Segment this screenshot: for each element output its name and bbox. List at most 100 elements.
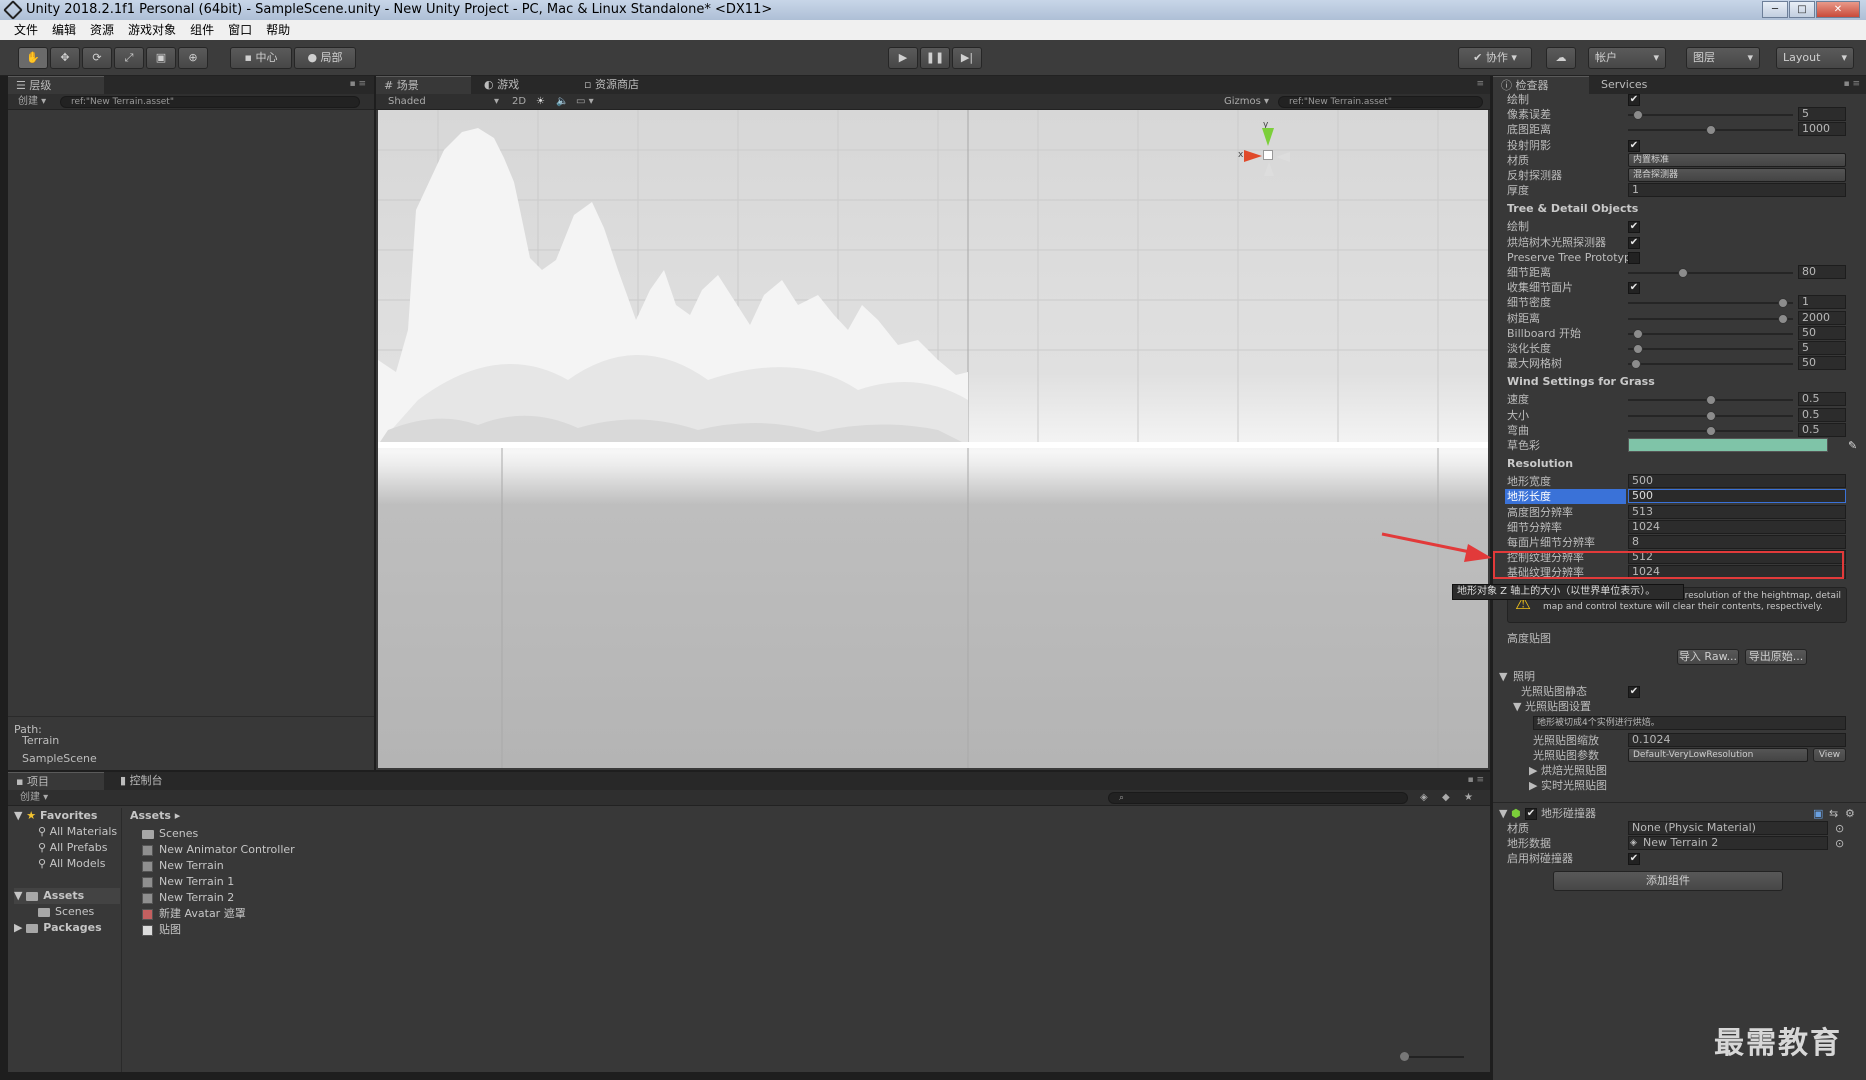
favorite-all-materials[interactable]: ⚲ All Materials: [38, 824, 117, 840]
tab-hierarchy[interactable]: ☰ 层级: [8, 76, 104, 94]
tab-asset-store[interactable]: ▫ 资源商店: [576, 76, 686, 94]
favorite-all-models[interactable]: ⚲ All Models: [38, 856, 105, 872]
gizmo-center-icon[interactable]: [1263, 150, 1273, 160]
pause-button[interactable]: ❚❚: [920, 47, 950, 69]
play-button[interactable]: ▶: [888, 47, 918, 69]
eyedropper-icon[interactable]: ✎: [1848, 438, 1857, 453]
path-item-terrain[interactable]: Terrain: [22, 732, 97, 750]
orientation-gizmo[interactable]: y x: [1238, 120, 1298, 180]
expand-arrow-icon[interactable]: ▼: [1499, 806, 1507, 821]
layers-dropdown[interactable]: 图层 ▾: [1686, 47, 1760, 69]
account-dropdown[interactable]: 帐户 ▾: [1588, 47, 1666, 69]
expand-arrow-icon[interactable]: ▶: [1529, 778, 1537, 793]
list-item[interactable]: New Terrain 2: [142, 890, 234, 906]
baked-lightmap-foldout[interactable]: 烘焙光照贴图: [1541, 763, 1607, 778]
slider[interactable]: [1628, 124, 1793, 136]
rotate-tool-icon[interactable]: ⟳: [82, 47, 112, 69]
project-search-input[interactable]: ⌕: [1108, 792, 1408, 804]
slider[interactable]: [1628, 109, 1793, 121]
slider-value-field[interactable]: 0.5: [1798, 407, 1846, 422]
hierarchy-search-input[interactable]: ref:"New Terrain.asset": [60, 96, 360, 108]
transform-tool-icon[interactable]: ⊕: [178, 47, 208, 69]
panel-menu-icon[interactable]: ▪ ≡: [349, 79, 366, 89]
gizmo-negx-arrow-icon[interactable]: [1276, 152, 1290, 162]
slider-value-field[interactable]: 1000: [1798, 122, 1846, 137]
slider[interactable]: [1628, 394, 1793, 406]
slider[interactable]: [1628, 297, 1793, 309]
step-button[interactable]: ▶|: [952, 47, 982, 69]
slider-value-field[interactable]: 1: [1798, 295, 1846, 310]
object-picker-icon[interactable]: ⊙: [1835, 821, 1844, 836]
slider-knob[interactable]: [1705, 395, 1716, 406]
view-button[interactable]: View: [1813, 747, 1846, 762]
import-raw-button[interactable]: 导入 Raw...: [1677, 648, 1739, 665]
terrain-data-field[interactable]: New Terrain 2: [1628, 835, 1828, 850]
object-picker-icon[interactable]: ⊙: [1835, 836, 1844, 851]
create-dropdown[interactable]: 创建 ▾: [18, 94, 46, 110]
scenes-node[interactable]: Scenes: [38, 904, 94, 920]
scene-search-input[interactable]: ref:"New Terrain.asset": [1278, 96, 1483, 108]
number-field[interactable]: 513: [1628, 504, 1846, 519]
move-tool-icon[interactable]: ✥: [50, 47, 80, 69]
minimize-button[interactable]: ─: [1762, 1, 1788, 18]
audio-toggle-icon[interactable]: 🔈: [556, 94, 568, 110]
tab-game[interactable]: ◐ 游戏: [476, 76, 571, 94]
checkbox[interactable]: ✔: [1628, 282, 1640, 295]
number-field[interactable]: 1: [1628, 183, 1846, 198]
checkbox[interactable]: ✔: [1628, 236, 1640, 249]
menu-component[interactable]: 组件: [190, 20, 214, 40]
list-item[interactable]: Scenes: [142, 826, 198, 842]
slider[interactable]: [1628, 328, 1793, 340]
slider-value-field[interactable]: 2000: [1798, 310, 1846, 325]
slider-value-field[interactable]: 0.5: [1798, 392, 1846, 407]
help-icon[interactable]: ▣: [1813, 806, 1823, 821]
list-item[interactable]: New Animator Controller: [142, 842, 295, 858]
tab-console[interactable]: ▮ 控制台: [112, 772, 208, 790]
slider-knob[interactable]: [1778, 298, 1789, 309]
lighting-toggle-icon[interactable]: ☀: [536, 94, 545, 110]
menu-gameobject[interactable]: 游戏对象: [128, 20, 176, 40]
slider-knob[interactable]: [1632, 110, 1643, 121]
panel-menu-icon[interactable]: ▪ ≡: [1467, 775, 1484, 785]
checkbox[interactable]: ✔: [1628, 94, 1640, 106]
tab-project[interactable]: ▪ 项目: [8, 772, 104, 790]
expand-arrow-icon[interactable]: ▶: [1529, 763, 1537, 778]
slider-value-field[interactable]: 50: [1798, 325, 1846, 340]
list-item[interactable]: New Terrain 1: [142, 874, 234, 890]
pivot-local-button[interactable]: ● 局部: [294, 47, 356, 69]
checkbox[interactable]: [1628, 251, 1640, 264]
favorite-star-icon[interactable]: ★: [1464, 790, 1473, 806]
gizmos-dropdown[interactable]: Gizmos ▾: [1224, 94, 1269, 110]
scene-viewport[interactable]: y x: [378, 110, 1488, 768]
slider-knob[interactable]: [1631, 359, 1642, 370]
panel-menu-icon[interactable]: ≡: [1476, 79, 1484, 89]
enable-tree-colliders-checkbox[interactable]: ✔: [1628, 852, 1640, 865]
add-component-button[interactable]: 添加组件: [1553, 870, 1783, 891]
number-field[interactable]: 8: [1628, 535, 1846, 549]
slider[interactable]: [1628, 313, 1793, 325]
scale-tool-icon[interactable]: ⤢: [114, 47, 144, 69]
menu-file[interactable]: 文件: [14, 20, 38, 40]
gear-icon[interactable]: ⚙: [1845, 806, 1855, 821]
menu-assets[interactable]: 资源: [90, 20, 114, 40]
slider-knob[interactable]: [1778, 313, 1789, 324]
maximize-button[interactable]: □: [1789, 1, 1815, 18]
slider[interactable]: [1628, 267, 1793, 279]
packages-node[interactable]: ▶ Packages: [14, 920, 102, 936]
close-button[interactable]: ✕: [1816, 1, 1860, 18]
slider-knob[interactable]: [1705, 410, 1716, 421]
slider-knob[interactable]: [1677, 268, 1688, 278]
layout-dropdown[interactable]: Layout ▾: [1776, 47, 1854, 69]
export-raw-button[interactable]: 导出原始...: [1745, 648, 1807, 665]
slider-value-field[interactable]: 5: [1798, 107, 1846, 122]
slider-knob[interactable]: [1632, 344, 1643, 354]
slider-knob[interactable]: [1632, 328, 1643, 339]
preset-icon[interactable]: ⇆: [1829, 806, 1838, 821]
collider-material-field[interactable]: None (Physic Material): [1628, 820, 1828, 835]
rect-tool-icon[interactable]: ▣: [146, 47, 176, 69]
2d-toggle[interactable]: 2D: [512, 94, 526, 110]
slider-knob[interactable]: [1705, 125, 1716, 136]
slider-knob[interactable]: [1400, 1052, 1409, 1061]
assets-node[interactable]: ▼ Assets: [14, 888, 120, 904]
slider[interactable]: [1628, 358, 1793, 370]
